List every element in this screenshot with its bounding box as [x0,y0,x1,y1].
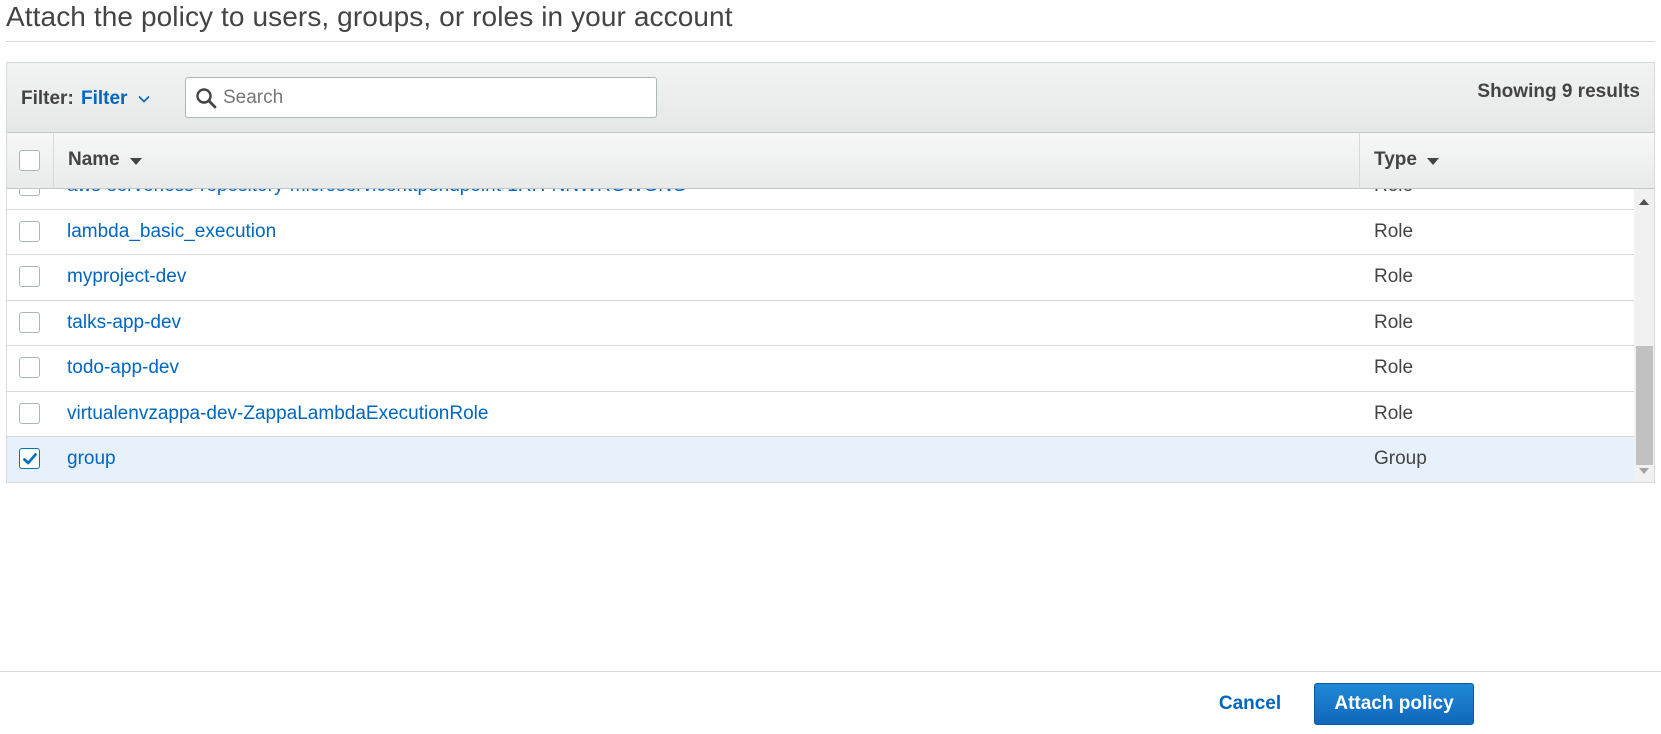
table-row[interactable]: virtualenvzappa-dev-ZappaLambdaExecution… [7,391,1634,437]
rows-viewport: aws-serverless-repository-microserviceht… [7,189,1634,482]
filter-dropdown-label: Filter [81,88,128,109]
table-row[interactable]: talks-app-dev Role [7,300,1634,346]
row-name-link[interactable]: talks-app-dev [67,312,181,334]
type-column-label: Type [1374,149,1417,170]
chevron-down-icon [138,95,151,103]
row-type: Role [1374,402,1414,424]
row-type: Group [1374,448,1427,470]
vertical-scrollbar[interactable] [1634,189,1654,482]
type-column-header[interactable]: Type [1374,149,1439,171]
row-name-link[interactable]: virtualenvzappa-dev-ZappaLambdaExecution… [67,403,488,425]
row-checkbox[interactable] [19,266,40,288]
attach-policy-button[interactable]: Attach policy [1314,683,1474,725]
scroll-thumb[interactable] [1636,346,1653,465]
table-row[interactable]: todo-app-dev Role [7,346,1634,392]
filter-dropdown[interactable]: Filter [81,88,151,110]
principals-table: Filter: Filter Showing 9 results Name Ty… [6,62,1655,483]
row-type: Role [1374,189,1413,197]
search-box [185,77,657,118]
results-count: Showing 9 results [1477,81,1640,102]
row-checkbox[interactable] [19,220,40,242]
scroll-down-arrow-icon[interactable] [1639,468,1649,474]
table-row[interactable]: myproject-dev Role [7,255,1634,301]
title-divider [6,41,1655,42]
header-checkbox-cell [7,133,54,189]
checkmark-icon [23,453,37,465]
row-name-link[interactable]: aws-serverless-repository-microserviceht… [67,189,687,197]
name-column-label: Name [68,149,120,170]
search-icon [196,87,217,108]
row-checkbox[interactable] [19,189,40,197]
row-name-link[interactable]: myproject-dev [67,266,186,288]
row-name-link[interactable]: todo-app-dev [67,357,179,379]
cancel-button[interactable]: Cancel [1200,689,1300,719]
name-column-header[interactable]: Name [68,149,142,171]
row-checkbox[interactable] [19,402,40,424]
table-body: aws-serverless-repository-microserviceht… [7,189,1634,482]
table-header: Name Type [7,133,1654,189]
row-type: Role [1374,220,1414,242]
table-row[interactable]: aws-serverless-repository-microserviceht… [7,189,1634,210]
row-checkbox[interactable] [19,311,40,333]
column-divider [1359,133,1360,189]
sort-caret-icon [129,158,142,165]
row-checkbox[interactable] [19,448,40,470]
row-type: Role [1374,311,1414,333]
filter-bar: Filter: Filter Showing 9 results [7,63,1654,133]
scroll-up-arrow-icon[interactable] [1639,199,1649,205]
footer-divider [0,671,1661,672]
table-row[interactable]: group Group [7,437,1634,482]
filter-label: Filter: [21,88,74,109]
sort-caret-icon [1426,158,1439,165]
table-row[interactable]: lambda_basic_execution Role [7,209,1634,255]
row-type: Role [1374,357,1414,379]
row-name-link[interactable]: group [67,448,116,470]
search-input[interactable] [223,86,643,109]
page-title: Attach the policy to users, groups, or r… [6,1,733,32]
row-name-link[interactable]: lambda_basic_execution [67,221,276,243]
row-type: Role [1374,266,1414,288]
select-all-checkbox[interactable] [19,150,40,171]
row-checkbox[interactable] [19,357,40,379]
